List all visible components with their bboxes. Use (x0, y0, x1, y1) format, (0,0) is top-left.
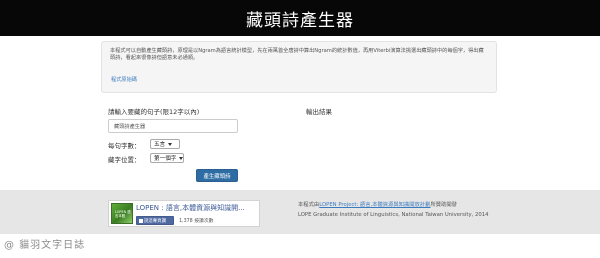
page-thumbnail[interactable]: LOPEN 語言本體 (111, 203, 133, 224)
widget-page-title[interactable]: LOPEN : 語言,本體資源與知識開... (136, 203, 260, 213)
facebook-page-widget[interactable]: LOPEN 語言本體 LOPEN : 語言,本體資源與知識開... 說這專頁讚 … (108, 200, 260, 227)
sentence-input[interactable]: 藏頭詩產生器 (108, 119, 238, 133)
like-button-label: 說這專頁讚 (144, 218, 166, 224)
footer-credit: 本程式由LOPEN Project: 語言,本體資源與知識開放計劃所贊助開發 (298, 200, 457, 208)
hidden-position-value: 第一個字 (154, 156, 177, 162)
like-button[interactable]: 說這專頁讚 (136, 216, 174, 225)
sentence-input-value: 藏頭詩產生器 (114, 123, 146, 130)
watermark: @ 貓羽文字日誌 (4, 240, 86, 251)
intro-description: 本程式可以自動產生藏頭詩，原理是以Ngram為語言統計模型，先在兩萬首全唐詩中算… (110, 48, 484, 62)
word-count-value: 五言 (154, 142, 166, 148)
page-title: 藏頭詩產生器 (246, 10, 354, 31)
sentence-prompt-label: 請輸入要藏的句子(限12字以內) (108, 108, 200, 116)
chevron-down-icon (179, 156, 184, 160)
page-thumbnail-text: LOPEN 語言本體 (115, 210, 131, 218)
intro-panel: 本程式可以自動產生藏頭詩，原理是以Ngram為語言統計模型，先在兩萬首全唐詩中算… (101, 41, 497, 93)
word-count-select[interactable]: 五言 (150, 139, 180, 149)
source-code-link[interactable]: 程式原始碼 (111, 76, 137, 83)
facebook-icon (139, 218, 143, 223)
lopen-project-link[interactable]: LOPEN Project: 語言,本體資源與知識開放計劃 (319, 202, 430, 208)
footer-institution: LOPE Graduate Institute of Linguistics, … (298, 212, 489, 218)
generate-button[interactable]: 產生藏頭詩 (196, 169, 238, 182)
hidden-position-label: 藏字位置： (108, 156, 141, 164)
footer-credit-suffix: 所贊助開發 (430, 202, 457, 208)
chevron-down-icon (168, 142, 173, 146)
word-count-label: 每句字數： (108, 142, 141, 150)
footer-credit-prefix: 本程式由 (298, 202, 320, 208)
hidden-position-select[interactable]: 第一個字 (150, 153, 184, 163)
like-count: 1,378 按讚次數 (179, 219, 214, 224)
app-header: 藏頭詩產生器 (0, 0, 600, 36)
output-label: 輸出結果 (306, 108, 332, 116)
